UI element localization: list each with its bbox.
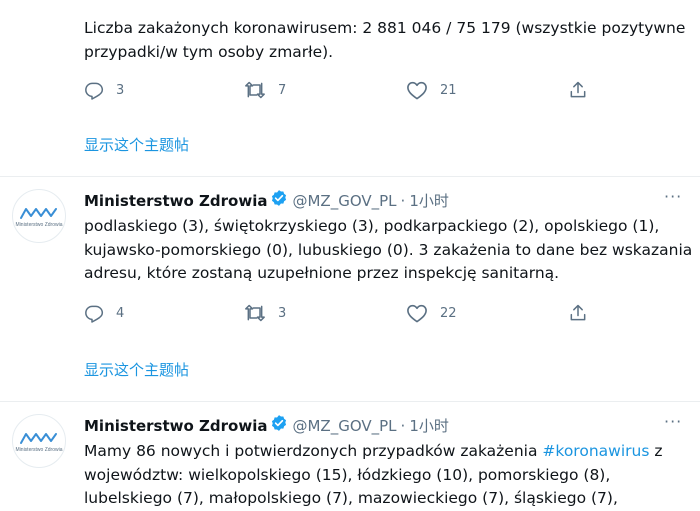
author-handle[interactable]: @MZ_GOV_PL [292,416,396,436]
retweet-count: 3 [278,305,287,321]
reply-icon [85,82,104,100]
share-button[interactable] [568,80,588,100]
author-name[interactable]: Ministerstwo Zdrowia [84,191,267,211]
retweet-icon [245,81,265,99]
tweet-actions: 3 7 21 [84,80,604,100]
tweet-3[interactable]: Ministerstwo Zdrowia Ministerstwo Zdrowi… [0,402,700,507]
share-button[interactable] [568,303,588,323]
reply-count: 4 [116,305,125,321]
retweet-icon [245,304,265,322]
tweet-header: Ministerstwo Zdrowia @MZ_GOV_PL · 1小时 [84,414,449,437]
reply-button[interactable]: 4 [84,303,124,323]
like-button[interactable]: 22 [406,303,457,323]
ministry-logo-icon [20,207,57,219]
reply-button[interactable]: 3 [84,80,124,100]
hashtag-link[interactable]: #koronawirus [542,442,649,460]
tweet-header: Ministerstwo Zdrowia @MZ_GOV_PL · 1小时 [84,189,449,212]
more-icon[interactable]: ··· [664,187,682,206]
reply-count: 3 [116,82,125,98]
retweet-count: 7 [278,82,287,98]
tweet-1[interactable]: Liczba zakażonych koronawirusem: 2 881 0… [0,0,700,177]
tweet-time[interactable]: 1小时 [409,416,449,436]
ministry-logo-icon [20,432,57,444]
avatar[interactable]: Ministerstwo Zdrowia [12,414,66,468]
like-count: 22 [440,305,457,321]
like-icon [407,81,427,100]
tweet-text: Liczba zakażonych koronawirusem: 2 881 0… [84,19,686,61]
meta-separator: · [400,416,406,435]
tweet-2[interactable]: Ministerstwo Zdrowia Ministerstwo Zdrowi… [0,177,700,402]
like-button[interactable]: 21 [406,80,457,100]
like-icon [407,304,427,323]
tweet-actions: 4 3 22 [84,303,604,323]
tweet-time[interactable]: 1小时 [409,191,449,211]
retweet-button[interactable]: 3 [244,303,286,323]
meta-separator: · [400,191,406,210]
author-name[interactable]: Ministerstwo Zdrowia [84,416,267,436]
tweet-text-part: Mamy 86 nowych i potwierdzonych przypadk… [84,442,543,460]
like-count: 21 [440,82,457,98]
author-handle[interactable]: @MZ_GOV_PL [292,191,396,211]
show-thread-link[interactable]: 显示这个主题帖 [84,134,189,155]
show-thread-link[interactable]: 显示这个主题帖 [84,359,189,380]
tweet-text: podlaskiego (3), świętokrzyskiego (3), p… [84,217,693,282]
more-icon[interactable]: ··· [664,412,682,431]
verified-badge-icon [270,414,288,437]
avatar[interactable]: Ministerstwo Zdrowia [12,189,66,243]
retweet-button[interactable]: 7 [244,80,286,100]
avatar-caption: Ministerstwo Zdrowia [15,221,63,228]
avatar-caption: Ministerstwo Zdrowia [15,446,63,453]
share-icon [570,81,586,98]
verified-badge-icon [270,189,288,212]
reply-icon [85,305,104,323]
share-icon [570,304,586,321]
